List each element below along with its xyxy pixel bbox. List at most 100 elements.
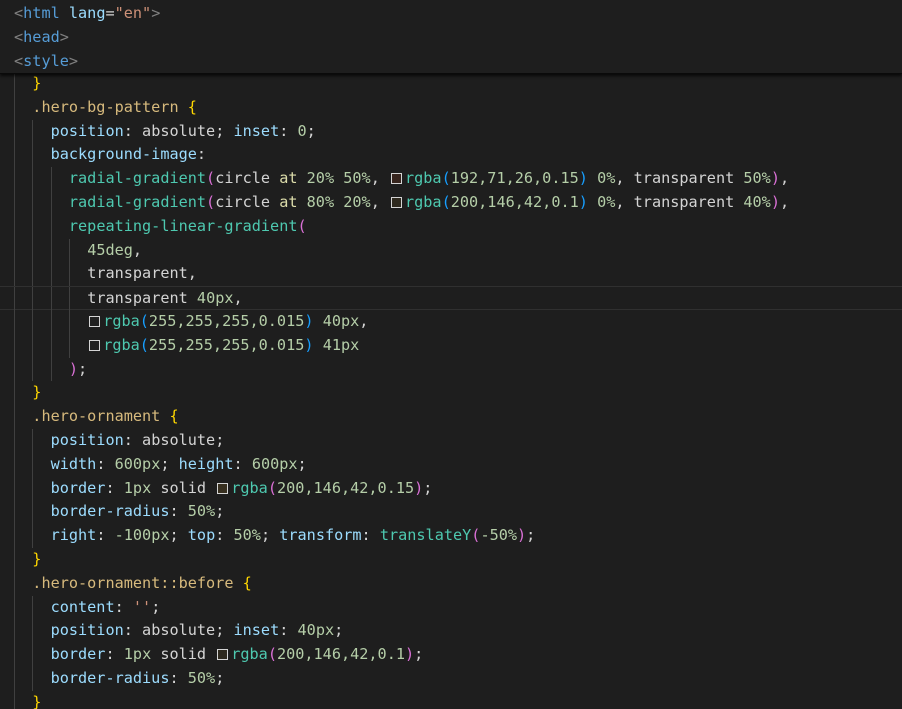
code-line[interactable]: } — [0, 690, 902, 709]
code-token: , — [779, 193, 790, 211]
code-token: 20 — [343, 193, 362, 211]
color-swatch-icon[interactable] — [391, 197, 402, 208]
code-line[interactable]: radial-gradient(circle at 20% 50%, rgba(… — [0, 167, 902, 191]
sticky-line[interactable]: <head> — [0, 26, 902, 50]
code-line[interactable]: rgba(255,255,255,0.015) 40px, — [0, 310, 902, 334]
color-swatch-icon[interactable] — [217, 649, 229, 661]
indent-guide — [14, 690, 15, 709]
indent-guide — [50, 357, 52, 382]
indent-guide — [14, 287, 15, 311]
code-line[interactable]: background-image: — [0, 143, 902, 168]
code-token: , — [615, 169, 634, 188]
code-token: ) — [414, 478, 424, 497]
code-token: rgba — [231, 478, 268, 497]
line-content: transparent 40px, — [87, 287, 242, 311]
code-token: ) — [68, 359, 79, 378]
code-token: px — [132, 645, 152, 664]
indent-guide — [14, 643, 15, 667]
code-token: border — [50, 645, 106, 664]
code-token: 255,255,255,0.015 — [148, 335, 305, 354]
code-line[interactable]: border: 1px solid rgba(200,146,42,0.1); — [0, 643, 902, 667]
sticky-line[interactable]: <style> — [0, 50, 902, 74]
code-token: : — [169, 669, 188, 687]
editor-text-area[interactable]: } .hero-bg-pattern {position: absolute; i… — [0, 72, 902, 709]
code-token: ) — [304, 335, 314, 354]
code-token: ) — [578, 169, 588, 188]
code-line[interactable]: } — [0, 548, 902, 572]
color-swatch-icon[interactable] — [89, 339, 101, 351]
indent-guide — [32, 167, 34, 191]
code-line[interactable]: position: absolute; inset: 0; — [0, 119, 902, 144]
code-line[interactable]: border: 1px solid rgba(200,146,42,0.15); — [0, 476, 902, 501]
code-token: ( — [139, 312, 149, 330]
indent-guide — [14, 310, 15, 334]
code-line[interactable]: rgba(255,255,255,0.015) 41px — [0, 333, 902, 358]
code-line[interactable]: .hero-ornament { — [0, 405, 902, 429]
indent-guide — [68, 287, 70, 311]
code-line[interactable]: repeating-linear-gradient( — [0, 214, 902, 239]
code-line[interactable]: } — [0, 381, 902, 406]
code-line[interactable]: position: absolute; — [0, 429, 902, 453]
line-content: right: -100px; top: 50%; transform: tran… — [51, 524, 536, 548]
sticky-line[interactable]: <html lang="en"> — [0, 2, 902, 26]
indent-guide — [14, 191, 15, 215]
code-token: border — [50, 478, 106, 497]
code-token: '' — [132, 597, 152, 616]
code-line[interactable]: radial-gradient(circle at 80% 20%, rgba(… — [0, 191, 902, 215]
code-line[interactable]: content: ''; — [0, 595, 902, 620]
code-line[interactable]: transparent 40px, — [0, 286, 902, 311]
code-line[interactable]: border-radius: 50%; — [0, 500, 902, 525]
code-token: 0% — [597, 169, 616, 188]
code-token: > — [59, 27, 69, 46]
code-token: : — [105, 645, 124, 664]
code-token: deg — [105, 240, 133, 259]
code-token: 1 — [123, 478, 133, 497]
code-token: px — [151, 526, 170, 545]
code-line[interactable]: } — [0, 72, 902, 96]
indent-guide — [32, 310, 34, 334]
code-token: -100 — [114, 526, 152, 545]
code-token: , — [779, 169, 790, 188]
code-token: content — [50, 597, 115, 616]
code-token: ( — [206, 193, 216, 211]
code-line[interactable]: .hero-bg-pattern { — [0, 95, 902, 120]
line-content: radial-gradient(circle at 80% 20%, rgba(… — [69, 191, 789, 215]
indent-guide — [14, 238, 15, 263]
color-swatch-icon[interactable] — [217, 482, 229, 494]
line-content: transparent, — [87, 262, 197, 286]
indent-guide — [50, 310, 52, 334]
indent-guide — [32, 287, 34, 311]
line-content: <style> — [14, 50, 78, 74]
code-line[interactable]: right: -100px; top: 50%; transform: tran… — [0, 524, 902, 548]
code-line[interactable]: ); — [0, 357, 902, 382]
code-token: width — [50, 454, 97, 473]
code-line[interactable]: border-radius: 50%; — [0, 667, 902, 691]
indent-guide — [32, 476, 34, 501]
code-line[interactable]: 45deg, — [0, 238, 902, 263]
code-token: ) — [304, 312, 314, 330]
code-token: < — [14, 51, 24, 70]
code-token: } — [32, 692, 42, 709]
code-editor[interactable]: <html lang="en"> <head> <style> } .hero-bg-… — [0, 0, 902, 709]
indent-guide — [68, 238, 70, 263]
code-token: ; — [151, 597, 161, 616]
code-line[interactable]: .hero-ornament::before { — [0, 571, 902, 596]
sticky-scroll-header[interactable]: <html lang="en"> <head> <style> — [0, 0, 902, 74]
line-content: <head> — [14, 26, 69, 50]
code-token: inset — [233, 121, 280, 140]
color-swatch-icon[interactable] — [89, 316, 101, 327]
code-token: rgba — [231, 645, 268, 664]
code-token: ; — [260, 526, 280, 545]
code-line[interactable]: transparent, — [0, 262, 902, 287]
code-token: position — [50, 431, 124, 449]
code-token: : — [361, 526, 380, 545]
code-line[interactable]: position: absolute; inset: 40px; — [0, 619, 902, 644]
code-token: transparent — [87, 289, 197, 308]
code-line[interactable]: width: 600px; height: 600px; — [0, 452, 902, 477]
code-token: , — [233, 289, 243, 308]
color-swatch-icon[interactable] — [391, 173, 402, 185]
code-token: 0 — [297, 121, 307, 140]
code-token: px — [279, 454, 298, 473]
code-token: : — [123, 121, 143, 140]
